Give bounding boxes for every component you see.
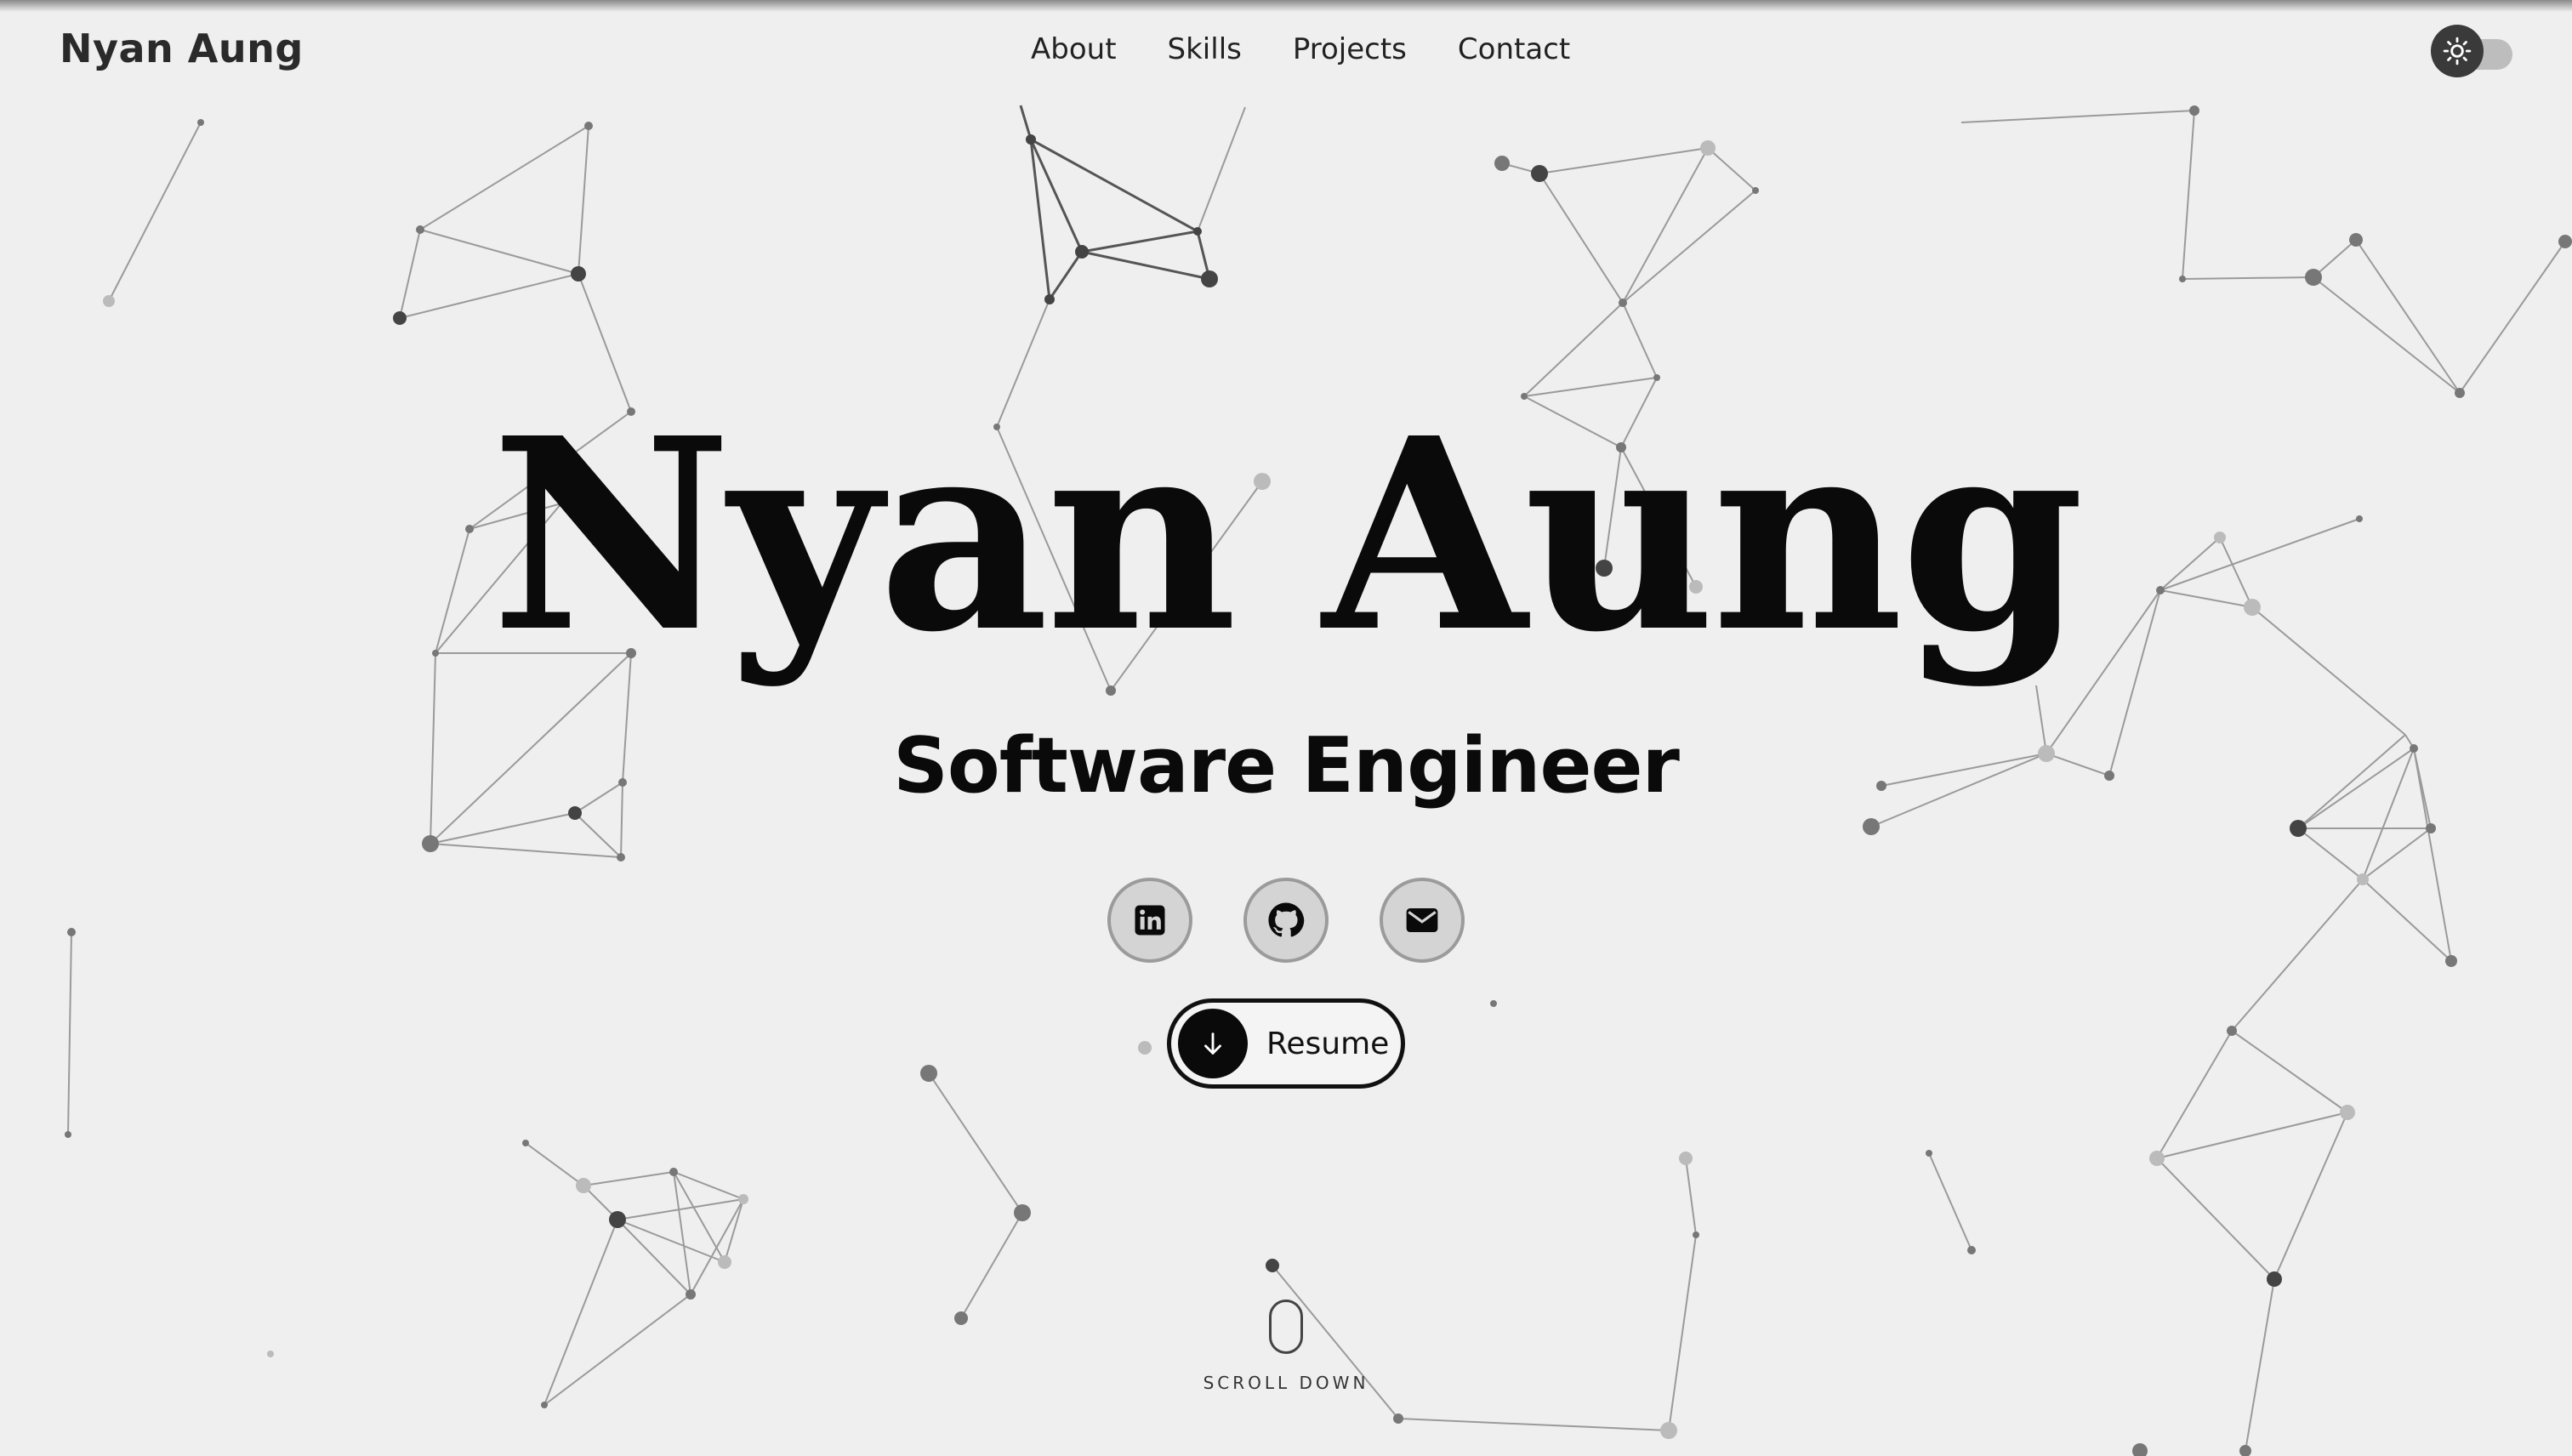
nav-about[interactable]: About (1031, 32, 1117, 66)
nav-contact[interactable]: Contact (1458, 32, 1570, 66)
scroll-down-cue[interactable]: SCROLL DOWN (1201, 1300, 1371, 1393)
github-icon (1268, 902, 1305, 937)
linkedin-icon (1135, 905, 1165, 936)
arrow-down-icon (1204, 1032, 1221, 1055)
resume-label: Resume (1266, 1026, 1390, 1061)
resume-icon-circle (1178, 1009, 1248, 1078)
theme-toggle[interactable] (2431, 25, 2512, 77)
nav-projects[interactable]: Projects (1293, 32, 1407, 66)
resume-button[interactable]: Resume (1167, 998, 1405, 1089)
nav-skills[interactable]: Skills (1168, 32, 1242, 66)
toggle-knob (2431, 25, 2484, 77)
header-shadow (0, 0, 2572, 12)
brand-logo[interactable]: Nyan Aung (60, 26, 304, 71)
hero-role: Software Engineer (893, 721, 1680, 810)
linkedin-button[interactable] (1107, 878, 1192, 963)
site-header: Nyan Aung About Skills Projects Contact (0, 0, 2572, 102)
github-button[interactable] (1243, 878, 1329, 963)
email-button[interactable] (1380, 878, 1465, 963)
email-icon (1406, 908, 1438, 932)
main-nav: About Skills Projects Contact (1031, 32, 1570, 66)
mouse-icon (1269, 1300, 1303, 1354)
sun-icon (2443, 37, 2472, 65)
hero-name: Nyan Aung (491, 381, 2085, 691)
scroll-label: SCROLL DOWN (1203, 1373, 1369, 1393)
